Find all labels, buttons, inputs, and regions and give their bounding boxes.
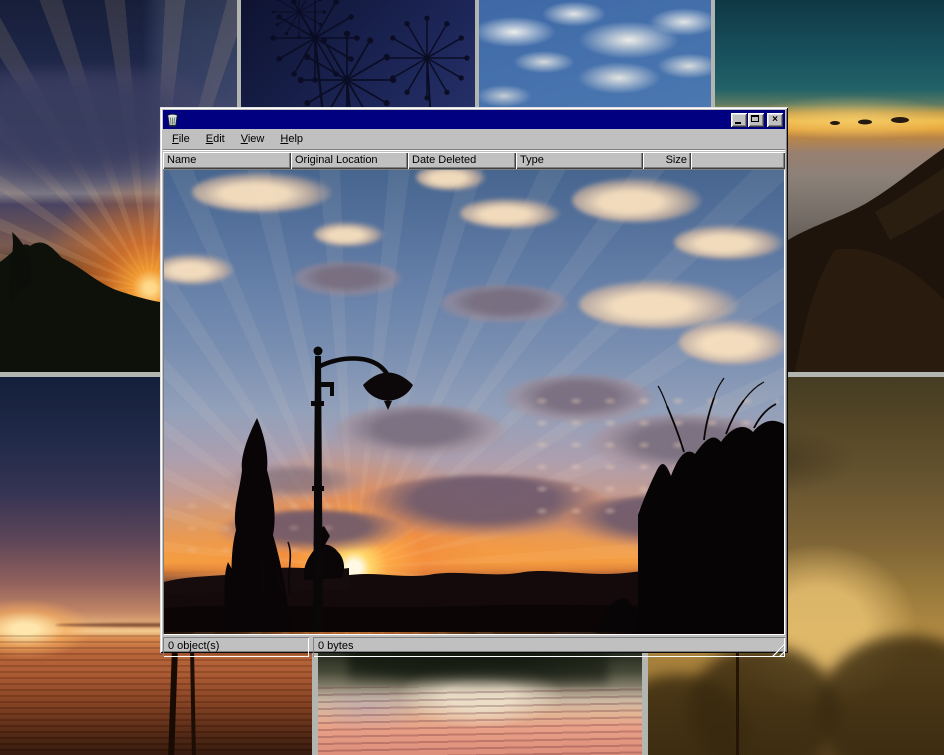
lamp-finial (314, 347, 323, 356)
column-header-empty[interactable] (691, 152, 785, 169)
lamp-bracket (330, 382, 334, 396)
right-tree-mass (638, 421, 784, 632)
menu-view[interactable]: View (233, 131, 273, 148)
file-list-area[interactable] (163, 169, 785, 635)
maximize-icon (751, 115, 759, 122)
minimize-icon (735, 122, 741, 124)
blur-tree-decoration (818, 635, 944, 755)
status-bar: 0 object(s) 0 bytes (163, 637, 785, 657)
cypress-tree-silhouette (230, 418, 291, 632)
menu-bar: File Edit View Help (163, 129, 785, 150)
bush-silhouette (304, 545, 344, 580)
close-icon: × (772, 115, 778, 125)
sunset-photo (164, 170, 784, 634)
column-header-size[interactable]: Size (643, 152, 691, 169)
status-byte-count: 0 bytes (313, 637, 785, 657)
silhouettes-layer (164, 170, 784, 632)
lamp-head (363, 373, 413, 402)
desktop: { "window": { "title": "", "menu": ["Fil… (0, 0, 944, 755)
minimize-button[interactable] (731, 113, 747, 127)
recycle-bin-window: × File Edit View Help Name Original Loca… (160, 107, 788, 653)
lamp-tip (384, 401, 392, 410)
column-header-type[interactable]: Type (516, 152, 643, 169)
menu-file[interactable]: File (164, 131, 198, 148)
water-ripples-decoration (318, 687, 642, 755)
pole-collar (311, 401, 324, 406)
menu-help[interactable]: Help (272, 131, 311, 148)
status-object-count: 0 object(s) (163, 637, 309, 657)
column-header-name[interactable]: Name (163, 152, 291, 169)
pole-collar (312, 486, 324, 491)
column-header-date-deleted[interactable]: Date Deleted (408, 152, 516, 169)
column-header-original-location[interactable]: Original Location (291, 152, 408, 169)
maximize-button[interactable] (748, 113, 764, 127)
tree-wisps (658, 378, 764, 406)
title-bar[interactable]: × (163, 110, 785, 129)
column-header-row: Name Original Location Date Deleted Type… (163, 152, 785, 169)
menu-edit[interactable]: Edit (198, 131, 233, 148)
close-button[interactable]: × (767, 113, 783, 127)
recycle-bin-window-icon[interactable] (165, 113, 180, 127)
lamp-pole (313, 356, 323, 632)
